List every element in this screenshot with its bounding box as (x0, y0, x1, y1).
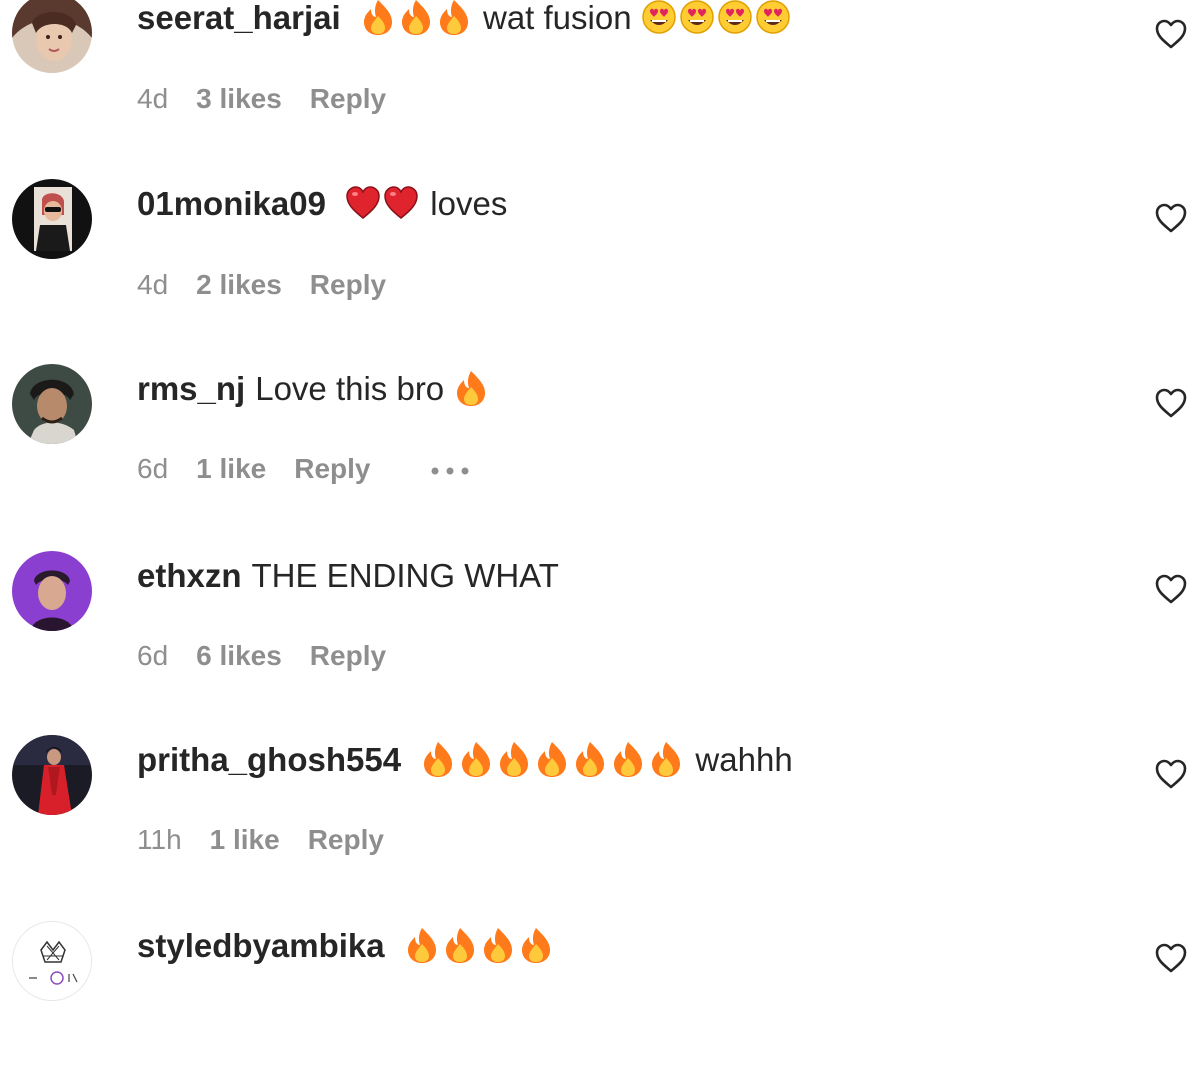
fire-emoji-icon (457, 371, 486, 406)
comment-likes[interactable]: 6 likes (196, 640, 282, 671)
comment-text-line: ethxzn THE ENDING WHAT (137, 556, 559, 596)
comment-likes[interactable]: 3 likes (196, 83, 282, 114)
comment-username[interactable]: seerat_harjai (137, 0, 341, 36)
like-heart-icon[interactable] (1154, 387, 1188, 419)
emoji-group-after (395, 927, 556, 964)
emoji-group-before (336, 185, 430, 222)
comment-text-line: styledbyambika (137, 926, 556, 966)
comment-body: wat fusion (482, 0, 632, 36)
comment-likes[interactable]: 2 likes (196, 269, 282, 300)
heart-eyes-emoji-icon (680, 0, 714, 34)
reply-button[interactable]: Reply (308, 824, 384, 855)
fire-emoji-icon (614, 742, 643, 777)
comment-item: pritha_ghosh554 wahhh 11h 1 like Reply (0, 715, 1200, 901)
reply-button[interactable]: Reply (294, 453, 370, 484)
comment-time[interactable]: 6d (137, 453, 168, 484)
comment-meta: 6d 6 likes Reply (137, 638, 414, 674)
comment-meta: 4d 2 likes Reply (137, 267, 414, 303)
fire-emoji-icon (576, 742, 605, 777)
fire-emoji-icon (483, 928, 512, 963)
comment-item: rms_nj Love this bro 6d 1 like Reply (0, 344, 1200, 530)
comment-body: Love this bro (255, 370, 445, 407)
fire-emoji-icon (407, 928, 436, 963)
fire-emoji-icon (500, 742, 529, 777)
heart-eyes-emoji-icon (718, 0, 752, 34)
comment-time[interactable]: 6d (137, 640, 168, 671)
fire-emoji-icon (521, 928, 550, 963)
comment-meta: 4d 3 likes Reply (137, 81, 414, 117)
like-heart-icon[interactable] (1154, 18, 1188, 50)
reply-button[interactable]: Reply (310, 269, 386, 300)
comment-likes[interactable]: 1 like (196, 453, 266, 484)
comment-item: seerat_harjai wat fusion 4d 3 likes Reply (0, 0, 1200, 159)
comment-username[interactable]: ethxzn (137, 557, 242, 594)
fire-emoji-icon (401, 0, 430, 35)
heart-eyes-emoji-icon (642, 0, 676, 34)
like-heart-icon[interactable] (1154, 573, 1188, 605)
emoji-group-before (411, 741, 695, 778)
comment-username[interactable]: pritha_ghosh554 (137, 741, 401, 778)
avatar[interactable] (12, 551, 92, 631)
comment-text-line: seerat_harjai wat fusion (137, 0, 793, 38)
avatar[interactable] (12, 179, 92, 259)
like-heart-icon[interactable] (1154, 202, 1188, 234)
comment-body: THE ENDING WHAT (251, 557, 559, 594)
avatar[interactable] (12, 364, 92, 444)
red-heart-emoji-icon (346, 186, 380, 219)
reply-button[interactable]: Reply (310, 83, 386, 114)
avatar[interactable] (12, 921, 92, 1001)
comment-time[interactable]: 11h (137, 824, 182, 855)
fire-emoji-icon (652, 742, 681, 777)
fire-emoji-icon (462, 742, 491, 777)
comment-body: wahhh (695, 741, 793, 778)
like-heart-icon[interactable] (1154, 758, 1188, 790)
comment-text-line: 01monika09 loves (137, 184, 507, 224)
comment-text-line: pritha_ghosh554 wahhh (137, 740, 793, 780)
avatar[interactable] (12, 0, 92, 73)
more-horizontal-icon[interactable] (430, 466, 470, 476)
comment-item: ethxzn THE ENDING WHAT 6d 6 likes Reply (0, 531, 1200, 717)
comment-body: loves (430, 185, 508, 222)
fire-emoji-icon (538, 742, 567, 777)
avatar[interactable] (12, 735, 92, 815)
reply-button[interactable]: Reply (310, 640, 386, 671)
emoji-group-after (453, 370, 491, 407)
like-heart-icon[interactable] (1154, 942, 1188, 974)
emoji-group-after (641, 0, 793, 36)
comment-username[interactable]: rms_nj (137, 370, 245, 407)
comment-item: styledbyambika (0, 901, 1200, 1087)
comment-time[interactable]: 4d (137, 269, 168, 300)
comment-likes[interactable]: 1 like (210, 824, 280, 855)
fire-emoji-icon (445, 928, 474, 963)
red-heart-emoji-icon (384, 186, 418, 219)
comment-meta: 6d 1 like Reply (137, 451, 470, 487)
heart-eyes-emoji-icon (756, 0, 790, 34)
emoji-group-before (351, 0, 483, 36)
comment-username[interactable]: 01monika09 (137, 185, 326, 222)
comment-meta: 11h 1 like Reply (137, 822, 412, 858)
comment-item: 01monika09 loves 4d 2 likes Reply (0, 159, 1200, 345)
comment-username[interactable]: styledbyambika (137, 927, 385, 964)
comment-time[interactable]: 4d (137, 83, 168, 114)
comment-text-line: rms_nj Love this bro (137, 369, 491, 409)
fire-emoji-icon (424, 742, 453, 777)
fire-emoji-icon (439, 0, 468, 35)
fire-emoji-icon (363, 0, 392, 35)
